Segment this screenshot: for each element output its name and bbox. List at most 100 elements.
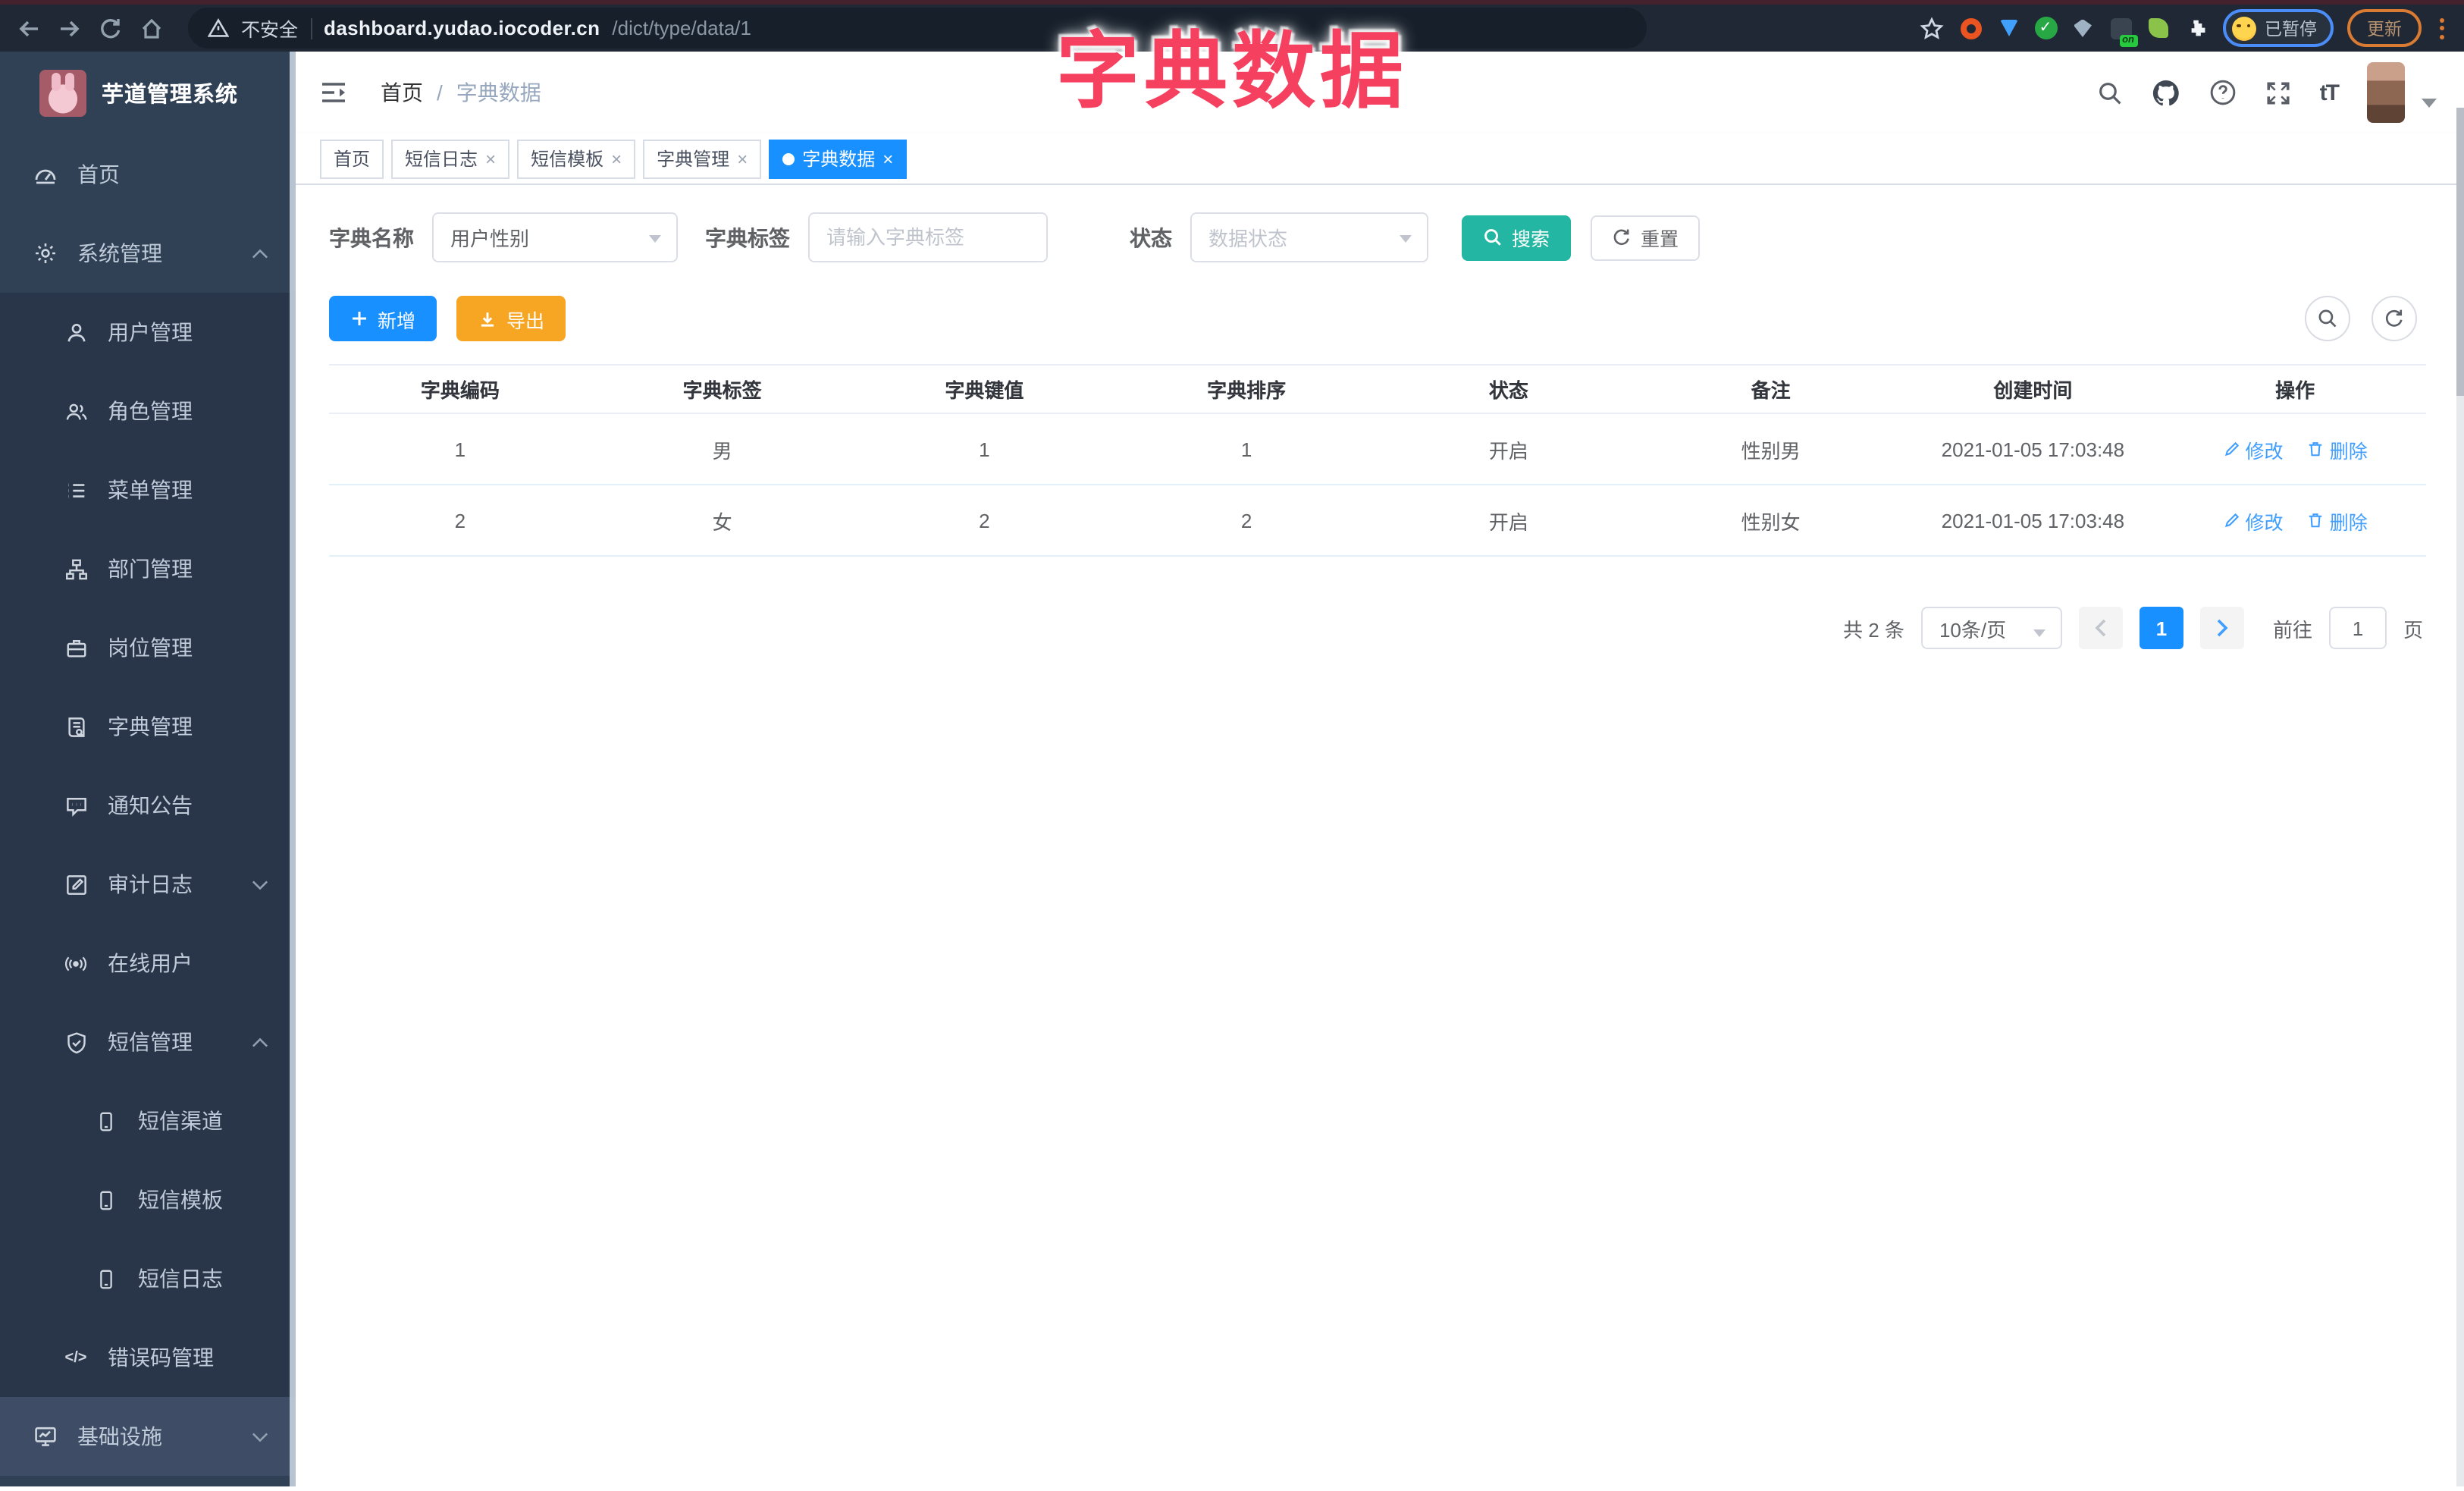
url-domain[interactable]: dashboard.yudao.iocoder.cn: [324, 17, 600, 39]
tab-dict-manage[interactable]: 字典管理 ×: [643, 139, 762, 178]
sidebar-item-error-codes[interactable]: </> 错误码管理: [0, 1318, 296, 1397]
sidebar-collapse-icon[interactable]: [311, 74, 356, 111]
close-icon[interactable]: ×: [485, 149, 496, 168]
reset-button[interactable]: 重置: [1591, 215, 1701, 260]
browser-forward-icon[interactable]: [56, 15, 82, 41]
close-icon[interactable]: ×: [611, 149, 622, 168]
security-warning-icon[interactable]: [208, 18, 229, 38]
avatar-caret-icon[interactable]: [2422, 99, 2437, 108]
extension-gem-icon[interactable]: [2071, 16, 2095, 40]
extension-check-icon[interactable]: ✓: [2034, 17, 2057, 39]
sidebar-item-roles[interactable]: 角色管理: [0, 372, 296, 450]
toggle-search-icon[interactable]: [2305, 296, 2350, 341]
sidebar-item-home[interactable]: 首页: [0, 135, 296, 214]
prev-page-button[interactable]: [2078, 607, 2123, 649]
tab-sms-log[interactable]: 短信日志 ×: [391, 139, 510, 178]
sidebar-item-label: 审计日志: [108, 872, 193, 896]
font-size-icon[interactable]: tT: [2320, 80, 2340, 105]
sidebar-item-menus[interactable]: 菜单管理: [0, 450, 296, 529]
cell-code: 1: [329, 413, 591, 485]
sidebar-item-online-users[interactable]: 在线用户: [0, 924, 296, 1003]
extension-orange-icon[interactable]: [1958, 16, 1983, 40]
edit-link[interactable]: 修改: [2222, 435, 2284, 463]
search-icon[interactable]: [2097, 80, 2123, 105]
user-avatar[interactable]: [2367, 62, 2405, 123]
sidebar-item-posts[interactable]: 岗位管理: [0, 608, 296, 687]
github-icon[interactable]: [2152, 78, 2180, 107]
extension-onetab-icon[interactable]: on: [2108, 16, 2137, 46]
sidebar-item-system[interactable]: 系统管理: [0, 214, 296, 293]
sidebar-item-sms-template[interactable]: 短信模板: [0, 1160, 296, 1239]
dict-data-table: 字典编码 字典标签 字典键值 字典排序 状态 备注 创建时间 操作 1 男 1 …: [329, 364, 2426, 557]
table-row[interactable]: 2 女 2 2 开启 性别女 2021-01-05 17:03:48 修改 删除: [329, 485, 2426, 557]
sidebar-item-sms-log[interactable]: 短信日志: [0, 1239, 296, 1318]
browser-menu-icon[interactable]: [2435, 17, 2449, 39]
tab-sms-template[interactable]: 短信模板 ×: [517, 139, 636, 178]
tab-home[interactable]: 首页: [320, 139, 384, 178]
sidebar-item-label: 菜单管理: [108, 478, 193, 502]
close-icon[interactable]: ×: [737, 149, 748, 168]
users-icon: [64, 399, 88, 423]
browser-back-icon[interactable]: [15, 15, 41, 41]
screen: 不安全 dashboard.yudao.iocoder.cn/dict/type…: [0, 0, 2464, 1491]
delete-link-label: 删除: [2329, 512, 2368, 533]
sidebar-scrollbar[interactable]: [290, 52, 296, 1486]
extension-leaf-icon[interactable]: [2146, 16, 2171, 40]
sidebar-logo[interactable]: 芋道管理系统: [0, 52, 296, 135]
sidebar-item-infrastructure[interactable]: 基础设施: [0, 1397, 296, 1476]
phone-icon: [94, 1267, 118, 1291]
cell-actions: 修改 删除: [2164, 485, 2426, 557]
security-warning-label[interactable]: 不安全: [241, 14, 298, 42]
browser-profile-chip[interactable]: 已暂停: [2222, 9, 2334, 47]
table-row[interactable]: 1 男 1 1 开启 性别男 2021-01-05 17:03:48 修改 删除: [329, 413, 2426, 485]
url-path[interactable]: /dict/type/data/1: [612, 17, 751, 39]
tags-view: 首页 短信日志 × 短信模板 × 字典管理 × 字典数据 ×: [296, 133, 2464, 185]
sidebar-item-dict[interactable]: 字典管理: [0, 687, 296, 766]
sidebar-item-users[interactable]: 用户管理: [0, 293, 296, 372]
tab-label: 短信模板: [531, 149, 604, 170]
announcement-icon: [64, 793, 88, 818]
url-divider: [310, 17, 312, 39]
bookmark-star-icon[interactable]: [1919, 15, 1945, 41]
monitor-icon: [33, 1424, 58, 1449]
search-button[interactable]: 搜索: [1462, 215, 1572, 260]
export-button[interactable]: 导出: [456, 296, 566, 341]
current-page-button[interactable]: 1: [2139, 607, 2183, 649]
extensions-puzzle-icon[interactable]: [2184, 16, 2209, 40]
page-size-select[interactable]: 10条/页: [1920, 607, 2062, 649]
edit-link[interactable]: 修改: [2222, 506, 2284, 535]
browser-reload-icon[interactable]: [97, 15, 123, 41]
goto-page-input[interactable]: [2328, 607, 2387, 649]
code-icon: </>: [64, 1349, 87, 1366]
add-button[interactable]: 新增: [329, 296, 437, 341]
refresh-icon[interactable]: [2372, 296, 2417, 341]
navbar-actions: tT: [2097, 62, 2437, 123]
address-bar[interactable]: 不安全 dashboard.yudao.iocoder.cn/dict/type…: [188, 8, 1647, 49]
export-button-label: 导出: [506, 310, 545, 331]
extension-drop-icon[interactable]: [1996, 16, 2020, 40]
page-scrollbar[interactable]: [2456, 108, 2464, 1486]
breadcrumb-home[interactable]: 首页: [381, 77, 423, 108]
browser-home-icon[interactable]: [138, 15, 164, 41]
dict-name-select[interactable]: 用户性别: [432, 212, 678, 262]
sidebar-item-departments[interactable]: 部门管理: [0, 529, 296, 608]
sidebar-item-label: 短信管理: [108, 1030, 193, 1054]
main-panel: 首页 / 字典数据 tT 首页 短信日志 × 短信模板 × 字典管理 × 字典数…: [296, 52, 2464, 1486]
sidebar-item-announcements[interactable]: 通知公告: [0, 766, 296, 845]
next-page-button[interactable]: [2199, 607, 2244, 649]
help-icon[interactable]: [2209, 79, 2237, 106]
sidebar-item-sms[interactable]: 短信管理: [0, 1003, 296, 1081]
online-users-icon: [64, 951, 88, 975]
fullscreen-icon[interactable]: [2265, 80, 2291, 105]
shield-check-icon: [64, 1030, 88, 1054]
dict-label-input[interactable]: [826, 226, 1030, 249]
delete-link[interactable]: 删除: [2307, 506, 2368, 535]
status-select[interactable]: 数据状态: [1190, 212, 1428, 262]
delete-link[interactable]: 删除: [2307, 435, 2368, 463]
pagination-total: 共 2 条: [1843, 618, 1904, 641]
close-icon[interactable]: ×: [882, 149, 893, 168]
browser-update-button[interactable]: 更新: [2347, 9, 2422, 47]
sidebar-item-audit-log[interactable]: 审计日志: [0, 845, 296, 924]
tab-dict-data[interactable]: 字典数据 ×: [769, 139, 908, 178]
sidebar-item-sms-channel[interactable]: 短信渠道: [0, 1081, 296, 1160]
